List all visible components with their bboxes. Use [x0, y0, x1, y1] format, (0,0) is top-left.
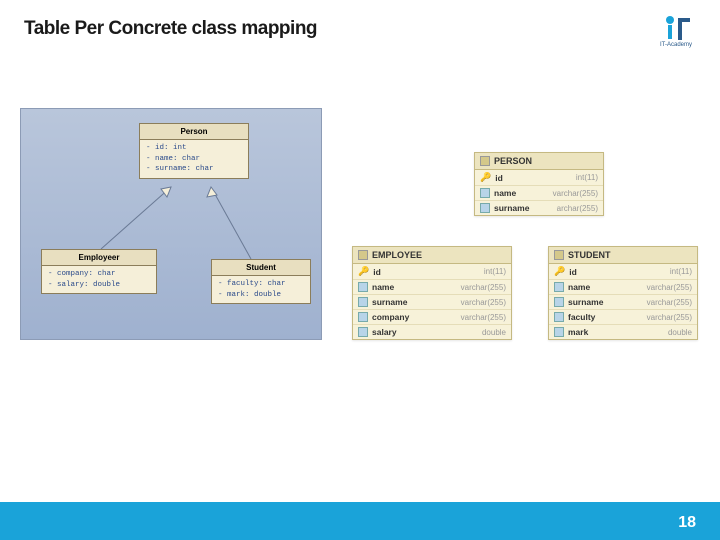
uml-class-name: Person: [140, 124, 248, 140]
uml-class-attrs: - faculty: char - mark: double: [212, 276, 310, 303]
key-icon: 🔑: [554, 266, 565, 277]
uml-class-name: Student: [212, 260, 310, 276]
column-icon: [358, 327, 368, 337]
uml-class-attrs: - company: char - salary: double: [42, 266, 156, 293]
table-icon: [554, 250, 564, 260]
table-icon: [358, 250, 368, 260]
column-icon: [480, 203, 490, 213]
logo: IT-Academy: [658, 12, 702, 48]
slide-title: Table Per Concrete class mapping: [24, 18, 317, 40]
uml-diagram-panel: Person - id: int - name: char - surname:…: [20, 108, 322, 340]
svg-text:IT-Academy: IT-Academy: [660, 42, 692, 48]
db-table-student: STUDENT 🔑idint(11) namevarchar(255) surn…: [548, 246, 698, 340]
uml-class-employer: Employeer - company: char - salary: doub…: [41, 249, 157, 294]
db-table-person: PERSON 🔑idint(11) namevarchar(255) surna…: [474, 152, 604, 216]
key-icon: 🔑: [480, 172, 491, 183]
column-icon: [554, 282, 564, 292]
page-number: 18: [678, 514, 696, 532]
column-icon: [554, 297, 564, 307]
table-icon: [480, 156, 490, 166]
column-icon: [358, 297, 368, 307]
uml-class-attrs: - id: int - name: char - surname: char: [140, 140, 248, 178]
uml-class-person: Person - id: int - name: char - surname:…: [139, 123, 249, 179]
uml-class-name: Employeer: [42, 250, 156, 266]
column-icon: [554, 327, 564, 337]
column-icon: [358, 282, 368, 292]
key-icon: 🔑: [358, 266, 369, 277]
column-icon: [358, 312, 368, 322]
db-table-employee: EMPLOYEE 🔑idint(11) namevarchar(255) sur…: [352, 246, 512, 340]
footer-bar: [0, 502, 720, 540]
column-icon: [480, 188, 490, 198]
column-icon: [554, 312, 564, 322]
uml-class-student: Student - faculty: char - mark: double: [211, 259, 311, 304]
